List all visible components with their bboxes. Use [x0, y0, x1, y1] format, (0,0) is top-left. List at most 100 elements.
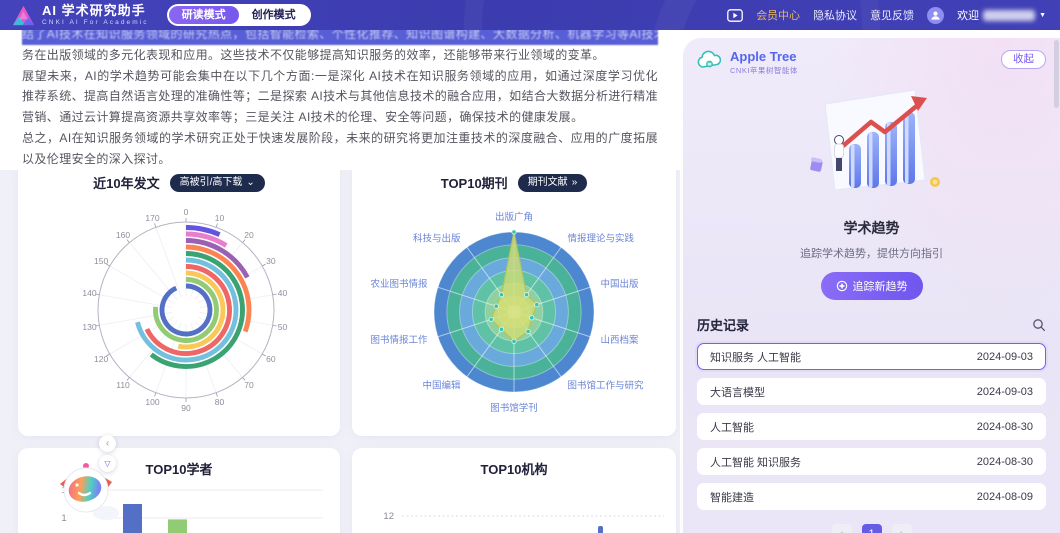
filter-label: 高被引/高下载 — [180, 177, 243, 189]
svg-text:170: 170 — [145, 213, 159, 223]
history-list: 知识服务 人工智能2024-09-03 大语言模型 2024-09-03 人工智能 20… — [697, 343, 1046, 510]
link-label: 期刊文献 — [528, 177, 568, 189]
nav-link-privacy[interactable]: 隐私协议 — [813, 7, 857, 23]
user-avatar[interactable] — [927, 7, 944, 24]
summary-paragraph-2: 展望未来，AI的学术趋势可能会集中在以下几个方面:一是深化 AI技术在知识服务领… — [22, 66, 658, 128]
decade-chart-title: 近10年发文 — [93, 173, 159, 192]
history-date: 2024-08-09 — [977, 491, 1033, 503]
orgs-chart-title: TOP10机构 — [481, 459, 548, 478]
svg-text:150: 150 — [94, 256, 108, 266]
collapse-button[interactable]: 收起 — [1001, 50, 1046, 69]
filter-funnel-button[interactable]: ▽ — [99, 455, 116, 472]
radar-chart: 出版广角情报理论与实践中国出版山西档案图书馆工作与研究图书馆学刊 中国编辑 图书情报… — [352, 192, 676, 424]
scholars-chart-title: TOP10学者 — [146, 459, 213, 478]
svg-text:50: 50 — [278, 322, 288, 332]
top-navbar: AI 学术研究助手 CNKI AI For Academic 研读模式 创作模式… — [0, 0, 1060, 30]
history-date: 2024-08-30 — [977, 456, 1033, 468]
svg-text:100: 100 — [145, 397, 159, 407]
app-screen: 结了AI技术在知识服务领域的研究热点，包括智能检索、个性化推荐、知识图谱构建、大… — [0, 0, 1060, 533]
history-query: 智能建造 — [710, 489, 754, 505]
history-title: 历史记录 — [697, 315, 749, 334]
app-subtitle: CNKI AI For Academic — [42, 19, 149, 27]
apple-tree-cloud-icon — [697, 50, 723, 71]
svg-text:40: 40 — [278, 288, 288, 298]
brand-name: Apple Tree — [730, 50, 798, 63]
history-item[interactable]: 知识服务 人工智能2024-09-03 — [697, 343, 1046, 370]
svg-text:农业图书情报: 农业图书情报 — [370, 278, 428, 290]
history-date: 2024-08-30 — [977, 421, 1033, 433]
video-tutorial-icon[interactable] — [727, 9, 743, 22]
prev-page-button[interactable]: ‹ — [832, 524, 852, 533]
sidebar-scrollbar[interactable] — [1054, 40, 1059, 530]
svg-text:80: 80 — [215, 397, 225, 407]
summary-paragraph-3: 总之，AI在知识服务领域的学术研究正处于快速发展阶段，未来的研究将更加注重技术的… — [22, 128, 658, 170]
brand-subtitle: CNKI苹果树智能体 — [730, 65, 798, 76]
censored-username — [983, 10, 1035, 21]
nav-link-member-center[interactable]: 会员中心 — [756, 7, 800, 23]
history-date: 2024-09-03 — [977, 386, 1033, 398]
card-decade-publications: 近10年发文 高被引/高下载 ⌄ 0 10 20 30 40 50 60 70 80 90 100 1… — [18, 160, 340, 436]
caret-down-icon: ⌄ — [246, 178, 254, 188]
user-menu-caret-icon: ▼ — [1039, 12, 1046, 19]
trend-illustration — [787, 78, 957, 216]
svg-text:中国出版: 中国出版 — [601, 278, 640, 290]
history-query: 人工智能 — [710, 419, 754, 435]
svg-text:图书馆工作与研究: 图书馆工作与研究 — [567, 380, 644, 392]
collapse-left-button[interactable]: ‹ — [99, 435, 116, 452]
svg-text:120: 120 — [94, 354, 108, 364]
mode-tabs: 研读模式 创作模式 — [167, 4, 311, 26]
svg-text:110: 110 — [116, 380, 130, 390]
polar-bar-chart: 0 10 20 30 40 50 60 70 80 90 100 110 120 130 140 150 160… — [18, 192, 340, 424]
history-query: 大语言模型 — [710, 384, 765, 400]
brand-text: Apple Tree CNKI苹果树智能体 — [730, 50, 798, 76]
svg-text:山西档案: 山西档案 — [601, 334, 640, 346]
svg-text:情报理论与实践: 情报理论与实践 — [567, 232, 634, 244]
history-query: 人工智能 知识服务 — [710, 454, 801, 470]
journal-docs-link[interactable]: 期刊文献 » — [518, 174, 588, 192]
trend-title: 学术趋势 — [697, 218, 1046, 238]
svg-text:140: 140 — [82, 288, 96, 298]
track-new-trend-button[interactable]: 追踪新趋势 — [821, 272, 923, 300]
svg-text:30: 30 — [266, 256, 276, 266]
svg-text:90: 90 — [181, 403, 191, 413]
history-item[interactable]: 人工智能 2024-08-30 — [697, 413, 1046, 440]
svg-text:图书情报工作: 图书情报工作 — [370, 334, 428, 346]
history-item[interactable]: 大语言模型 2024-09-03 — [697, 378, 1046, 405]
summary-paragraph-1: 务在出版领域的多元化表现和应用。这些技术不仅能够提高知识服务的效率，还能够带来行… — [22, 45, 658, 66]
history-item[interactable]: 人工智能 知识服务 2024-08-30 — [697, 448, 1046, 475]
compass-icon — [836, 280, 848, 292]
scrollbar-thumb[interactable] — [1054, 40, 1059, 108]
svg-text:科技与出版: 科技与出版 — [413, 232, 461, 244]
tab-read-mode[interactable]: 研读模式 — [169, 6, 239, 24]
nav-link-feedback[interactable]: 意见反馈 — [870, 7, 914, 23]
history-date: 2024-09-03 — [977, 351, 1033, 363]
svg-text:中国编辑: 中国编辑 — [422, 380, 461, 392]
orgs-bar-chart: 12 — [352, 478, 676, 533]
next-page-button[interactable]: › — [892, 524, 912, 533]
journals-chart-title: TOP10期刊 — [441, 173, 508, 192]
tab-create-mode[interactable]: 创作模式 — [239, 6, 309, 24]
svg-text:130: 130 — [82, 322, 96, 332]
svg-text:出版广角: 出版广角 — [495, 211, 533, 223]
svg-text:10: 10 — [215, 213, 225, 223]
search-icon[interactable] — [1032, 318, 1046, 332]
cited-downloaded-filter[interactable]: 高被引/高下载 ⌄ — [170, 174, 265, 192]
app-logo-icon — [12, 4, 35, 27]
history-item[interactable]: 智能建造 2024-08-09 — [697, 483, 1046, 510]
track-new-trend-label: 追踪新趋势 — [853, 278, 908, 294]
svg-text:60: 60 — [266, 354, 276, 364]
summary-text: 结了AI技术在知识服务领域的研究热点，包括智能检索、个性化推荐、知识图谱构建、大… — [0, 24, 680, 170]
svg-text:20: 20 — [244, 230, 254, 240]
welcome-user[interactable]: 欢迎 ▼ — [957, 7, 1046, 23]
trend-desc: 追踪学术趋势，提供方向指引 — [697, 245, 1046, 261]
double-arrow-icon: » — [572, 178, 578, 188]
svg-text:160: 160 — [116, 230, 130, 240]
assistant-sidebar: Apple Tree CNKI苹果树智能体 收起 — [683, 38, 1060, 533]
svg-text:12: 12 — [383, 511, 394, 522]
svg-text:图书馆学刊: 图书馆学刊 — [490, 402, 538, 414]
svg-text:70: 70 — [244, 380, 254, 390]
card-top-orgs: TOP10机构 12 — [352, 448, 676, 533]
card-top-journals: TOP10期刊 期刊文献 » 出版广角情报理论与实践中国出版山西档案图书馆工作与… — [352, 160, 676, 436]
svg-text:0: 0 — [184, 207, 189, 217]
current-page-button[interactable]: 1 — [862, 524, 882, 533]
